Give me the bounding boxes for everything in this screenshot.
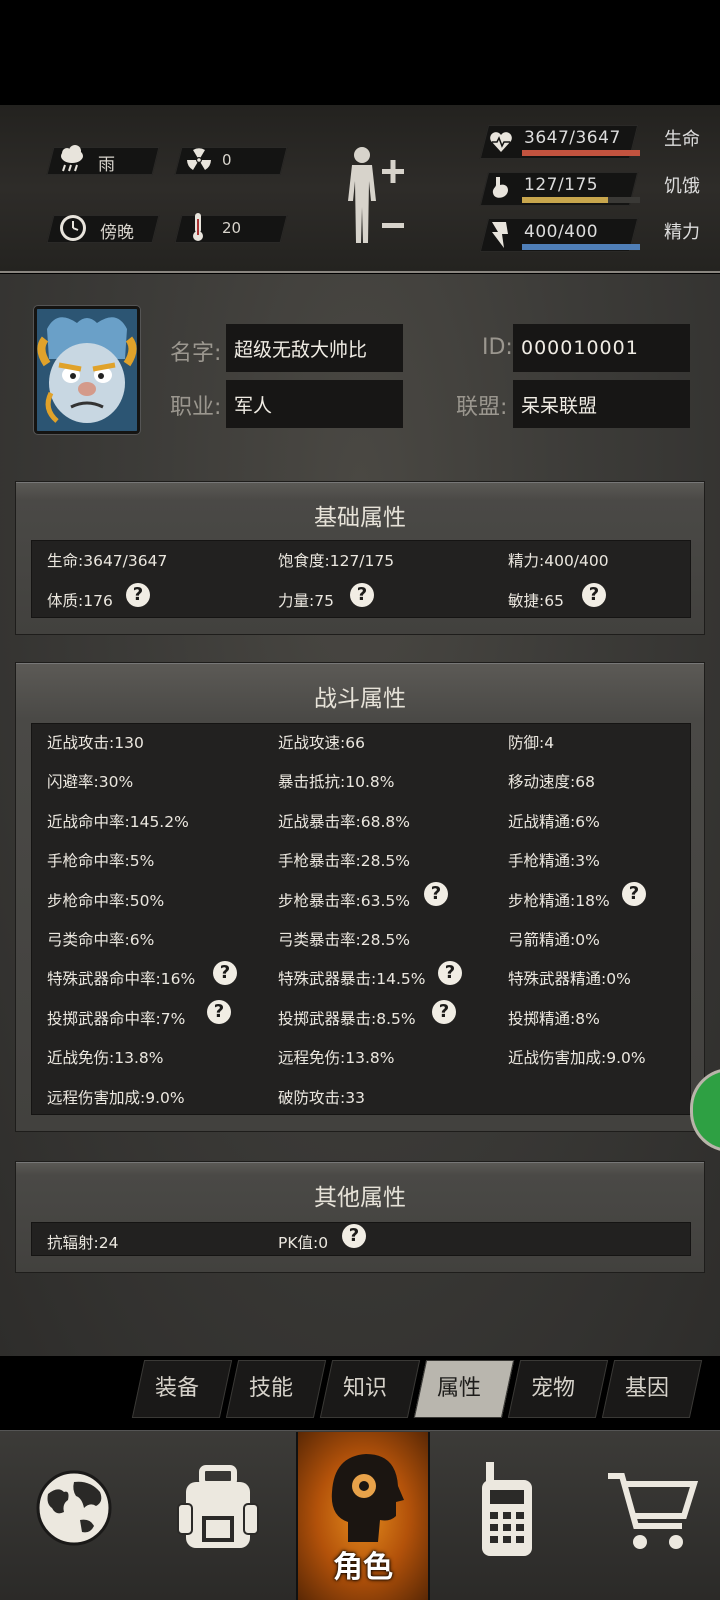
globe-icon[interactable] — [34, 1468, 114, 1548]
stat-melee-mastery: 近战精通:6% — [508, 812, 600, 831]
stat-melee-reduction: 近战免伤:13.8% — [47, 1049, 164, 1068]
id-label: ID: — [482, 335, 513, 360]
help-throw-crit-icon[interactable]: ? — [432, 1000, 456, 1024]
stat-melee-attack: 近战攻击:130 — [47, 734, 144, 752]
stat-rifle-crit: 步枪暴击率:63.5% — [278, 891, 410, 910]
stat-constitution: 体质:176 — [47, 592, 113, 610]
heart-icon — [490, 132, 512, 152]
stat-throw-crit: 投掷武器暴击:8.5% — [278, 1009, 416, 1028]
stat-strength: 力量:75 — [278, 592, 334, 610]
stat-melee-hit: 近战命中率:145.2% — [47, 812, 189, 831]
name-field: 超级无敌大帅比 — [226, 324, 403, 372]
stat-ranged-damage-bonus: 远程伤害加成:9.0% — [47, 1088, 185, 1107]
alliance-field: 呆呆联盟 — [513, 380, 690, 428]
stat-ranged-reduction: 远程免伤:13.8% — [278, 1049, 395, 1068]
avatar[interactable] — [34, 306, 140, 434]
tab-knowledge-label: 知识 — [342, 1376, 387, 1401]
stat-bow-crit: 弓类暴击率:28.5% — [278, 931, 410, 949]
stat-melee-damage-bonus: 近战伤害加成:9.0% — [508, 1049, 646, 1068]
hunger-fill — [522, 197, 640, 203]
top-black-bar — [0, 0, 720, 105]
help-throw-hit-icon[interactable]: ? — [207, 1000, 231, 1024]
temperature-value: 20 — [222, 219, 242, 237]
help-pk-icon[interactable]: ? — [342, 1224, 366, 1248]
radiation-icon — [187, 148, 211, 170]
combat-attributes-title: 战斗属性 — [314, 686, 406, 712]
tab-genes-label: 基因 — [624, 1376, 669, 1401]
stat-pistol-crit: 手枪暴击率:28.5% — [278, 852, 410, 871]
basic-attributes-title: 基础属性 — [314, 505, 406, 531]
rain-cloud-icon — [61, 145, 83, 172]
help-rifle-mastery-icon[interactable]: ? — [622, 882, 646, 906]
energy-label: 精力 — [664, 222, 700, 243]
energy-fill — [522, 244, 640, 250]
stat-dodge-rate: 闪避率:30% — [47, 773, 134, 792]
stat-radiation-resist: 抗辐射:24 — [47, 1234, 119, 1252]
stat-rifle-hit: 步枪命中率:50% — [47, 891, 165, 910]
stat-bow-mastery: 弓箭精通:0% — [508, 931, 600, 949]
avatar-portrait — [37, 309, 137, 431]
stat-throw-hit: 投掷武器命中率:7% — [47, 1009, 186, 1028]
clock-icon — [60, 215, 86, 241]
backpack-icon[interactable] — [176, 1464, 260, 1554]
job-label: 职业: — [170, 395, 222, 420]
weather-label: 雨 — [98, 155, 115, 175]
other-attributes-title: 其他属性 — [314, 1185, 406, 1211]
stat-special-mastery: 特殊武器精通:0% — [508, 970, 631, 989]
help-strength-icon[interactable]: ? — [350, 583, 374, 607]
health-value: 3647/3647 — [524, 128, 621, 148]
id-field: 000010001 — [513, 324, 690, 372]
stat-pk-value: PK值:0 — [278, 1234, 329, 1252]
tab-equipment-label: 装备 — [154, 1376, 199, 1401]
health-label: 生命 — [664, 129, 700, 150]
thermometer-icon — [193, 213, 203, 241]
stat-defense: 防御:4 — [508, 734, 555, 752]
help-special-crit-icon[interactable]: ? — [438, 961, 462, 985]
stat-crit-resist: 暴击抵抗:10.8% — [278, 773, 395, 792]
stat-agility: 敏捷:65 — [508, 592, 564, 610]
other-attributes-section: 其他属性 — [15, 1161, 705, 1273]
health-fill — [522, 150, 640, 156]
stat-bow-hit: 弓类命中率:6% — [47, 931, 155, 949]
hunger-label: 饥饿 — [664, 176, 700, 197]
stat-throw-mastery: 投掷精通:8% — [508, 1009, 600, 1028]
hunger-value: 127/175 — [524, 175, 599, 195]
help-constitution-icon[interactable]: ? — [126, 583, 150, 607]
stat-health: 生命:3647/3647 — [47, 552, 168, 570]
walkie-talkie-icon[interactable] — [476, 1460, 538, 1558]
name-label: 名字: — [170, 341, 222, 366]
character-head-icon — [331, 1454, 404, 1542]
stat-satiety: 饱食度:127/175 — [278, 552, 395, 570]
stat-energy: 精力:400/400 — [508, 552, 609, 570]
job-field: 军人 — [226, 380, 403, 428]
body-status-icon[interactable] — [340, 143, 414, 255]
energy-value: 400/400 — [524, 222, 599, 242]
stat-pistol-mastery: 手枪精通:3% — [508, 852, 600, 871]
help-rifle-crit-icon[interactable]: ? — [424, 882, 448, 906]
tab-pets-label: 宠物 — [530, 1376, 575, 1401]
alliance-label: 联盟: — [456, 395, 508, 420]
stat-special-crit: 特殊武器暴击:14.5% — [278, 970, 426, 989]
tab-attributes-label: 属性 — [436, 1376, 481, 1401]
radiation-value: 0 — [222, 151, 232, 169]
help-agility-icon[interactable]: ? — [582, 583, 606, 607]
stat-move-speed: 移动速度:68 — [508, 773, 595, 792]
stat-rifle-mastery: 步枪精通:18% — [508, 891, 610, 910]
help-special-hit-icon[interactable]: ? — [213, 961, 237, 985]
stat-special-hit: 特殊武器命中率:16% — [47, 970, 196, 989]
stat-armor-break: 破防攻击:33 — [278, 1088, 365, 1107]
energy-icon — [492, 222, 508, 248]
stat-melee-speed: 近战攻速:66 — [278, 734, 365, 752]
nav-character-label: 角色 — [333, 1550, 393, 1585]
stat-pistol-hit: 手枪命中率:5% — [47, 852, 155, 871]
shopping-cart-icon[interactable] — [606, 1470, 698, 1554]
stat-melee-crit: 近战暴击率:68.8% — [278, 812, 410, 831]
time-label: 傍晚 — [100, 223, 134, 243]
stomach-icon — [492, 177, 508, 198]
tab-skills-label: 技能 — [248, 1376, 293, 1401]
